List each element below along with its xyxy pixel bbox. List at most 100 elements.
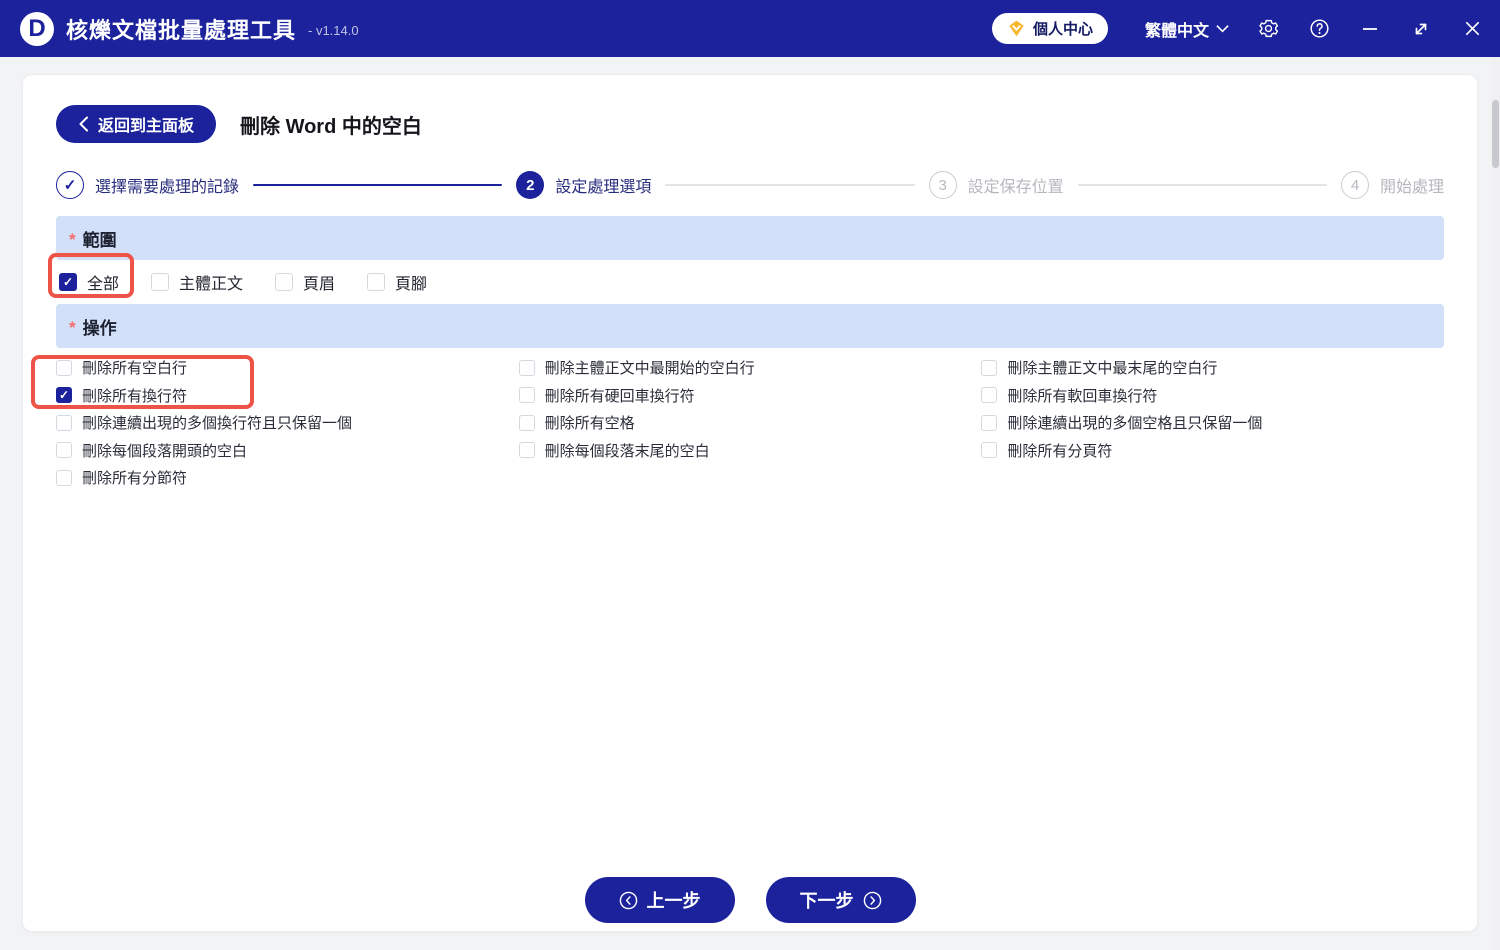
operation-option[interactable]: 刪除所有換行符: [56, 382, 519, 410]
back-to-dashboard-button[interactable]: 返回到主面板: [56, 105, 216, 143]
operation-option[interactable]: 刪除每個段落開頭的空白: [56, 437, 519, 465]
scope-option[interactable]: 頁腳: [367, 270, 427, 294]
checkbox[interactable]: [519, 442, 535, 458]
operation-option-label: 刪除所有空格: [545, 412, 635, 433]
help-icon[interactable]: [1307, 17, 1331, 41]
checkbox[interactable]: [59, 273, 77, 291]
operation-option[interactable]: 刪除所有軟回車換行符: [981, 382, 1444, 410]
page-title: 刪除 Word 中的空白: [240, 110, 422, 139]
titlebar-left: D 核爍文檔批量處理工具 - v1.14.0: [0, 12, 359, 46]
operation-options: 刪除所有空白行 刪除主體正文中最開始的空白行 刪除主體正文中最末尾的空白行 刪除…: [56, 354, 1444, 492]
operation-option[interactable]: 刪除所有分節符: [56, 464, 519, 492]
scope-option-label: 全部: [87, 270, 119, 294]
checkbox[interactable]: [56, 415, 72, 431]
maximize-icon[interactable]: [1409, 17, 1433, 41]
app-logo-icon: D: [20, 12, 54, 46]
operation-option-label: 刪除所有分頁符: [1007, 440, 1112, 461]
scope-options: 全部 主體正文 頁眉 頁腳: [56, 260, 1444, 304]
operations-section-header: * 操作: [56, 304, 1444, 348]
step-circle: 3: [929, 171, 957, 199]
checkbox[interactable]: [981, 387, 997, 403]
operation-option[interactable]: 刪除所有空白行: [56, 354, 519, 382]
checkbox[interactable]: [519, 387, 535, 403]
step-circle: 4: [1341, 171, 1369, 199]
user-center-label: 個人中心: [1033, 18, 1093, 39]
checkbox[interactable]: [56, 387, 72, 403]
titlebar: D 核爍文檔批量處理工具 - v1.14.0 個人中心 繁體中文: [0, 0, 1500, 57]
scope-option[interactable]: 頁眉: [275, 270, 335, 294]
app-title: 核爍文檔批量處理工具: [66, 13, 296, 45]
step-connector: [1078, 184, 1327, 186]
checkbox[interactable]: [981, 415, 997, 431]
scope-option[interactable]: 主體正文: [151, 270, 243, 294]
operation-option-label: 刪除所有軟回車換行符: [1007, 385, 1157, 406]
operation-option[interactable]: 刪除連續出現的多個換行符且只保留一個: [56, 409, 519, 437]
vip-badge-icon: [1007, 19, 1026, 38]
step-label: 開始處理: [1380, 173, 1444, 197]
checkbox[interactable]: [56, 360, 72, 376]
step: 4 開始處理: [1341, 171, 1444, 199]
operation-option-label: 刪除所有換行符: [82, 385, 187, 406]
checkbox[interactable]: [981, 360, 997, 376]
checkbox[interactable]: [151, 273, 169, 291]
checkbox[interactable]: [519, 415, 535, 431]
checkbox[interactable]: [275, 273, 293, 291]
step: 1 選擇需要處理的記錄: [56, 171, 239, 199]
checkbox[interactable]: [56, 470, 72, 486]
checkbox[interactable]: [367, 273, 385, 291]
checkbox[interactable]: [519, 360, 535, 376]
close-icon[interactable]: [1460, 17, 1484, 41]
scope-section-header: * 範圍: [56, 216, 1444, 260]
operation-option[interactable]: 刪除所有空格: [519, 409, 982, 437]
next-step-label: 下一步: [800, 887, 854, 913]
operation-option[interactable]: 刪除主體正文中最末尾的空白行: [981, 354, 1444, 382]
operations-section-title: 操作: [83, 314, 117, 339]
settings-gear-icon[interactable]: [1256, 17, 1280, 41]
operation-option[interactable]: 刪除每個段落末尾的空白: [519, 437, 982, 465]
step-circle: 1: [56, 171, 84, 199]
required-asterisk: *: [69, 318, 76, 338]
required-asterisk: *: [69, 230, 76, 250]
minimize-icon[interactable]: [1358, 17, 1382, 41]
step-label: 選擇需要處理的記錄: [95, 173, 239, 197]
previous-step-label: 上一步: [647, 887, 701, 913]
step-connector: [253, 184, 502, 186]
step-label: 設定處理選項: [555, 173, 651, 197]
step-circle: 2: [516, 171, 544, 199]
back-button-label: 返回到主面板: [98, 112, 194, 136]
operation-option-label: 刪除每個段落末尾的空白: [545, 440, 710, 461]
operation-option-label: 刪除所有分節符: [82, 467, 187, 488]
chevron-left-icon: [78, 116, 89, 132]
footer-actions: 上一步 下一步: [23, 877, 1477, 923]
scope-option-label: 頁腳: [395, 270, 427, 294]
checkbox[interactable]: [56, 442, 72, 458]
stepper: 1 選擇需要處理的記錄 2 設定處理選項 3 設定保存位置 4: [56, 170, 1444, 200]
previous-step-button[interactable]: 上一步: [585, 877, 735, 923]
operation-option-label: 刪除連續出現的多個換行符且只保留一個: [82, 412, 352, 433]
user-center-button[interactable]: 個人中心: [992, 13, 1108, 44]
operation-option[interactable]: 刪除所有分頁符: [981, 437, 1444, 465]
operation-option[interactable]: 刪除所有硬回車換行符: [519, 382, 982, 410]
scope-option-label: 主體正文: [179, 270, 243, 294]
operation-option[interactable]: 刪除主體正文中最開始的空白行: [519, 354, 982, 382]
scope-option-label: 頁眉: [303, 270, 335, 294]
language-selector[interactable]: 繁體中文: [1145, 17, 1229, 41]
circle-chevron-left-icon: [619, 891, 638, 910]
checkbox[interactable]: [981, 442, 997, 458]
operation-option-label: 刪除主體正文中最末尾的空白行: [1007, 357, 1217, 378]
operation-option-label: 刪除所有空白行: [82, 357, 187, 378]
language-label: 繁體中文: [1145, 17, 1209, 41]
scope-option[interactable]: 全部: [59, 270, 119, 294]
scrollbar-track[interactable]: [1491, 57, 1500, 950]
app-version: - v1.14.0: [308, 23, 359, 38]
step: 2 設定處理選項: [516, 171, 651, 199]
next-step-button[interactable]: 下一步: [766, 877, 916, 923]
step-label: 設定保存位置: [968, 173, 1064, 197]
operation-option[interactable]: 刪除連續出現的多個空格且只保留一個: [981, 409, 1444, 437]
scope-section-title: 範圍: [83, 226, 117, 251]
operation-option-label: 刪除主體正文中最開始的空白行: [545, 357, 755, 378]
circle-chevron-right-icon: [863, 891, 882, 910]
operation-option-label: 刪除連續出現的多個空格且只保留一個: [1007, 412, 1262, 433]
titlebar-right: 個人中心 繁體中文: [992, 13, 1500, 44]
scrollbar-thumb[interactable]: [1492, 100, 1499, 168]
